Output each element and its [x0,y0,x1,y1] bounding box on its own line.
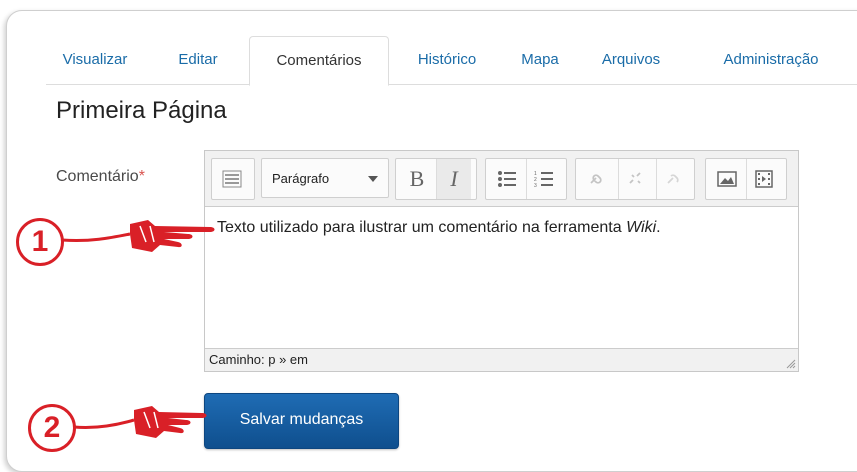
tab-comentarios[interactable]: Comentários [249,36,389,86]
content-end: . [656,219,661,236]
content-text: Texto utilizado para ilustrar um comentá… [217,219,627,236]
comment-label-text: Comentário [56,168,139,185]
anchor-icon[interactable] [656,159,691,199]
svg-text:3: 3 [534,183,537,188]
italic-icon[interactable]: I [436,159,471,199]
editor-statusbar: Caminho: p » em [205,348,798,371]
path-label: Caminho: p » em [209,352,308,367]
unlink-icon[interactable] [618,159,653,199]
resize-grip-icon[interactable] [786,359,796,369]
pointing-hand-icon [73,406,207,438]
tab-mapa[interactable]: Mapa [512,36,568,84]
format-select-value: Parágrafo [272,171,330,186]
required-mark: * [138,168,145,185]
tab-administracao[interactable]: Administração [691,36,851,84]
toolbar-toggle-icon[interactable] [215,159,249,199]
callout-number-1: 1 [16,218,64,266]
page-title: Primeira Página [56,97,227,124]
bullet-list-icon[interactable] [490,159,524,199]
tab-visualizar[interactable]: Visualizar [51,36,139,84]
callout-number-2: 2 [28,404,76,452]
tab-historico[interactable]: Histórico [401,36,493,84]
tab-bar: Visualizar Editar Comentários Histórico … [46,36,857,86]
content-emphasis: Wiki [626,219,657,236]
bold-icon[interactable]: B [400,159,434,199]
list-group: 123 [485,158,567,200]
toggle-group [211,158,255,200]
text-style-group: B I [395,158,477,200]
link-group [575,158,695,200]
tab-arquivos[interactable]: Arquivos [591,36,671,84]
comment-editor: Parágrafo B I 123 Texto utilizado para i… [204,150,799,372]
format-select[interactable]: Parágrafo [261,158,389,198]
editor-content[interactable]: Texto utilizado para ilustrar um comentá… [205,207,798,347]
image-icon[interactable] [710,159,744,199]
save-changes-button[interactable]: Salvar mudanças [204,393,399,449]
comment-label: Comentário* [56,168,145,186]
pointing-hand-icon [61,220,215,252]
media-icon[interactable] [746,159,781,199]
editor-toolbar: Parágrafo B I 123 [205,151,798,207]
numbered-list-icon[interactable]: 123 [526,159,561,199]
link-icon[interactable] [580,159,614,199]
chevron-down-icon [368,176,378,182]
tab-editar[interactable]: Editar [161,36,235,84]
media-group [705,158,787,200]
